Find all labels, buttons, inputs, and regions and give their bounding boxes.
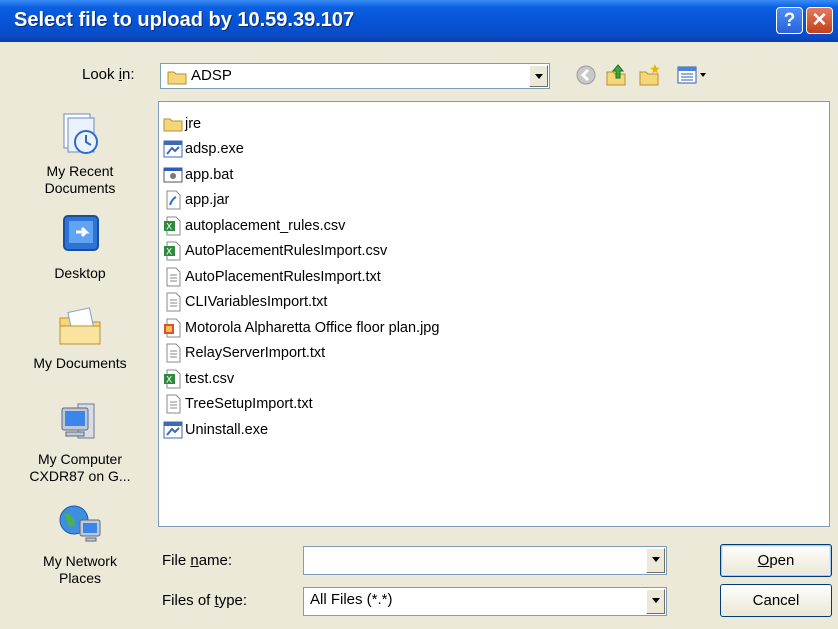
list-item[interactable]: X autoplacement_rules.csv bbox=[163, 214, 345, 238]
back-icon[interactable] bbox=[574, 63, 598, 87]
title-bar[interactable]: Select file to upload by 10.59.39.107 ? … bbox=[0, 0, 838, 42]
file-name: CLIVariablesImport.txt bbox=[185, 294, 328, 310]
file-name: app.bat bbox=[185, 167, 234, 183]
list-item[interactable]: X AutoPlacementRulesImport.csv bbox=[163, 239, 387, 263]
chevron-down-icon[interactable] bbox=[529, 65, 548, 87]
close-button[interactable]: ✕ bbox=[806, 7, 833, 34]
file-name: RelayServerImport.txt bbox=[185, 345, 326, 361]
network-places-icon bbox=[59, 505, 101, 542]
txt-icon bbox=[166, 394, 181, 414]
help-button[interactable]: ? bbox=[776, 7, 803, 34]
file-name: TreeSetupImport.txt bbox=[185, 396, 313, 412]
file-name: autoplacement_rules.csv bbox=[185, 218, 346, 234]
txt-icon bbox=[166, 343, 181, 363]
svg-text:X: X bbox=[166, 376, 172, 386]
look-in-label: Look in: bbox=[82, 66, 135, 83]
place-label: My Recent Documents bbox=[44, 163, 116, 196]
file-name: test.csv bbox=[185, 371, 235, 387]
txt-icon bbox=[166, 292, 181, 312]
help-icon: ? bbox=[783, 9, 796, 31]
place-label: My Network Places bbox=[43, 553, 117, 586]
folder-icon bbox=[167, 71, 187, 85]
chevron-down-icon[interactable] bbox=[646, 548, 665, 573]
list-item[interactable]: TreeSetupImport.txt bbox=[163, 392, 313, 416]
my-computer-icon bbox=[61, 403, 95, 439]
place-recent-documents[interactable]: My Recent Documents bbox=[14, 110, 146, 197]
file-name: Uninstall.exe bbox=[185, 422, 269, 438]
place-my-documents[interactable]: My Documents bbox=[14, 302, 146, 372]
window-title: Select file to upload by 10.59.39.107 bbox=[14, 9, 355, 31]
file-name-field[interactable] bbox=[303, 546, 667, 575]
svg-text:X: X bbox=[166, 248, 172, 258]
place-label: My Computer CXDR87 on G... bbox=[29, 451, 131, 484]
list-item[interactable]: CLIVariablesImport.txt bbox=[163, 290, 327, 314]
cancel-button[interactable]: Cancel bbox=[720, 584, 832, 617]
csv-icon: X bbox=[164, 241, 181, 261]
bat-icon bbox=[163, 167, 183, 183]
file-type-dropdown[interactable]: All Files (*.*) bbox=[303, 587, 667, 616]
place-label: Desktop bbox=[54, 265, 106, 281]
look-in-value: ADSP bbox=[191, 67, 232, 84]
close-icon: ✕ bbox=[811, 10, 828, 31]
list-item[interactable]: jre bbox=[163, 112, 201, 136]
file-list[interactable]: jre adsp.exe app.bat app.jar X autoplace… bbox=[158, 101, 830, 527]
file-name: AutoPlacementRulesImport.txt bbox=[185, 269, 381, 285]
chevron-down-icon[interactable] bbox=[646, 589, 665, 614]
open-button[interactable]: Open bbox=[720, 544, 832, 577]
csv-icon: X bbox=[164, 369, 181, 389]
txt-icon bbox=[166, 267, 181, 287]
folder-icon bbox=[163, 118, 183, 132]
file-name: adsp.exe bbox=[185, 141, 244, 157]
file-name: app.jar bbox=[185, 192, 230, 208]
view-menu-icon[interactable] bbox=[676, 63, 710, 87]
recent-documents-icon bbox=[63, 113, 98, 154]
file-name: jre bbox=[185, 116, 202, 132]
list-item[interactable]: Uninstall.exe bbox=[163, 418, 268, 442]
list-item[interactable]: AutoPlacementRulesImport.txt bbox=[163, 265, 381, 289]
file-name: AutoPlacementRulesImport.csv bbox=[185, 243, 388, 259]
file-name-label: File name: bbox=[162, 552, 233, 569]
list-item[interactable]: adsp.exe bbox=[163, 137, 244, 161]
open-button-label: Open bbox=[757, 552, 795, 569]
file-name: Motorola Alpharetta Office floor plan.jp… bbox=[185, 320, 440, 336]
desktop-icon bbox=[63, 215, 99, 251]
file-type-label: Files of type: bbox=[162, 592, 248, 609]
csv-icon: X bbox=[164, 216, 181, 236]
file-type-value: All Files (*.*) bbox=[310, 591, 393, 608]
exe-icon bbox=[163, 140, 183, 158]
list-item[interactable]: app.jar bbox=[163, 188, 229, 212]
file-upload-dialog: Select file to upload by 10.59.39.107 ? … bbox=[0, 0, 838, 629]
list-item[interactable]: RelayServerImport.txt bbox=[163, 341, 325, 365]
exe-icon bbox=[163, 421, 183, 439]
place-desktop[interactable]: Desktop bbox=[14, 212, 146, 282]
list-item[interactable]: Motorola Alpharetta Office floor plan.jp… bbox=[163, 316, 439, 340]
up-folder-icon[interactable] bbox=[604, 63, 628, 87]
jpg-icon bbox=[164, 318, 181, 338]
new-folder-icon[interactable] bbox=[638, 63, 662, 87]
my-documents-icon bbox=[59, 307, 101, 345]
jar-icon bbox=[166, 190, 181, 210]
look-in-dropdown[interactable]: ADSP bbox=[160, 63, 550, 89]
place-my-computer[interactable]: My Computer CXDR87 on G... bbox=[14, 398, 146, 485]
svg-text:X: X bbox=[166, 223, 172, 233]
list-item[interactable]: app.bat bbox=[163, 163, 233, 187]
list-item[interactable]: X test.csv bbox=[163, 367, 234, 391]
place-label: My Documents bbox=[33, 355, 127, 371]
place-network-places[interactable]: My Network Places bbox=[14, 500, 146, 587]
